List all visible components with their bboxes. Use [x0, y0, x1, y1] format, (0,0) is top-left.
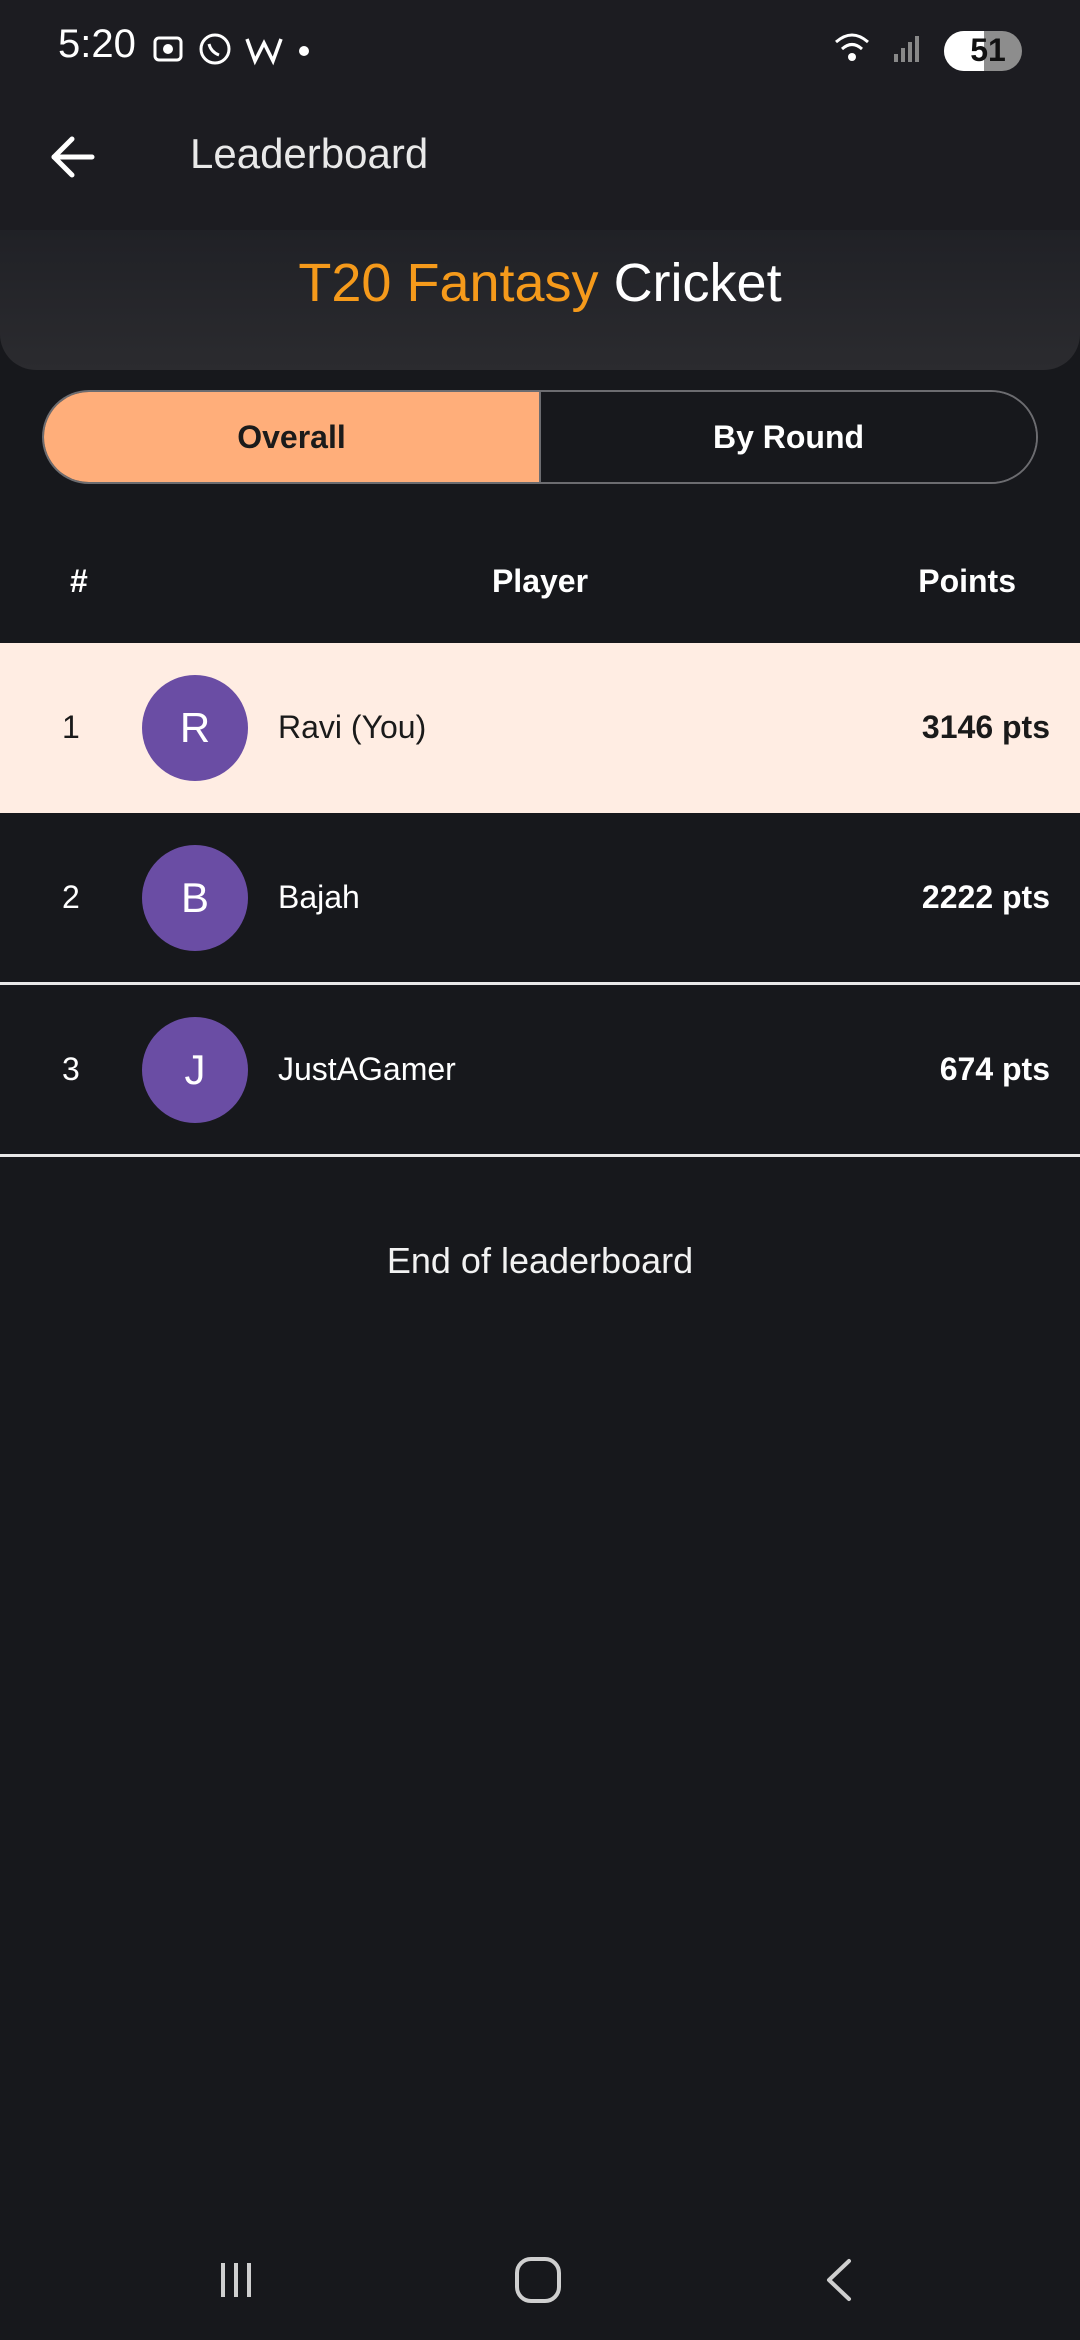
row-rank: 2	[62, 879, 80, 915]
tab-overall[interactable]: Overall	[44, 392, 541, 482]
row-rank: 1	[62, 709, 80, 745]
brand-accent-text: T20 Fantasy	[298, 253, 599, 313]
nav-back-button[interactable]	[800, 2250, 880, 2310]
arrow-left-icon	[51, 136, 95, 178]
brand-title: T20 Fantasy Cricket	[0, 252, 1080, 314]
leaderboard-tabs: Overall By Round	[42, 390, 1038, 484]
battery-icon: 51	[944, 30, 1022, 71]
wifi-icon	[832, 30, 872, 71]
row-divider	[0, 1154, 1080, 1157]
status-icons-right: 51	[832, 30, 1022, 71]
recents-icon	[221, 2263, 251, 2297]
home-icon	[515, 2257, 561, 2303]
page-title: Leaderboard	[190, 130, 429, 177]
dot-icon	[294, 31, 314, 76]
tab-by-round[interactable]: By Round	[541, 392, 1036, 482]
back-icon	[827, 2259, 851, 2301]
player-name: Ravi (You)	[278, 709, 427, 745]
player-points: 674 pts	[939, 1051, 1050, 1087]
signal-icon	[890, 30, 926, 71]
w-icon	[244, 31, 284, 76]
player-points: 2222 pts	[921, 879, 1050, 915]
column-points: Points	[918, 563, 1016, 599]
table-row[interactable]: 1 R Ravi (You) 3146 pts	[0, 643, 1080, 813]
back-button[interactable]	[38, 122, 108, 192]
avatar: J	[142, 1017, 248, 1123]
avatar: R	[142, 675, 248, 781]
system-nav-bar	[0, 2220, 1080, 2340]
end-of-list-text: End of leaderboard	[386, 1240, 694, 1281]
player-name: JustAGamer	[278, 1051, 456, 1087]
player-name: Bajah	[278, 879, 360, 915]
app-bar: Leaderboard	[0, 100, 1080, 230]
avatar: B	[142, 845, 248, 951]
home-button[interactable]	[498, 2250, 578, 2310]
recents-button[interactable]	[196, 2250, 276, 2310]
status-bar: 5:20 51	[0, 0, 1080, 100]
table-header: # Player Points	[0, 545, 1080, 615]
whatsapp-icon	[196, 30, 234, 77]
row-rank: 3	[62, 1051, 80, 1087]
brand-white-text: Cricket	[613, 253, 782, 313]
status-icons-left	[150, 30, 314, 77]
header-card: T20 Fantasy Cricket	[0, 230, 1080, 370]
status-time: 5:20	[58, 22, 136, 66]
player-points: 3146 pts	[921, 709, 1050, 745]
table-row[interactable]: 3 J JustAGamer 674 pts	[0, 985, 1080, 1157]
screenshot-icon	[150, 31, 186, 76]
battery-level: 51	[970, 32, 1006, 68]
table-row[interactable]: 2 B Bajah 2222 pts	[0, 813, 1080, 985]
